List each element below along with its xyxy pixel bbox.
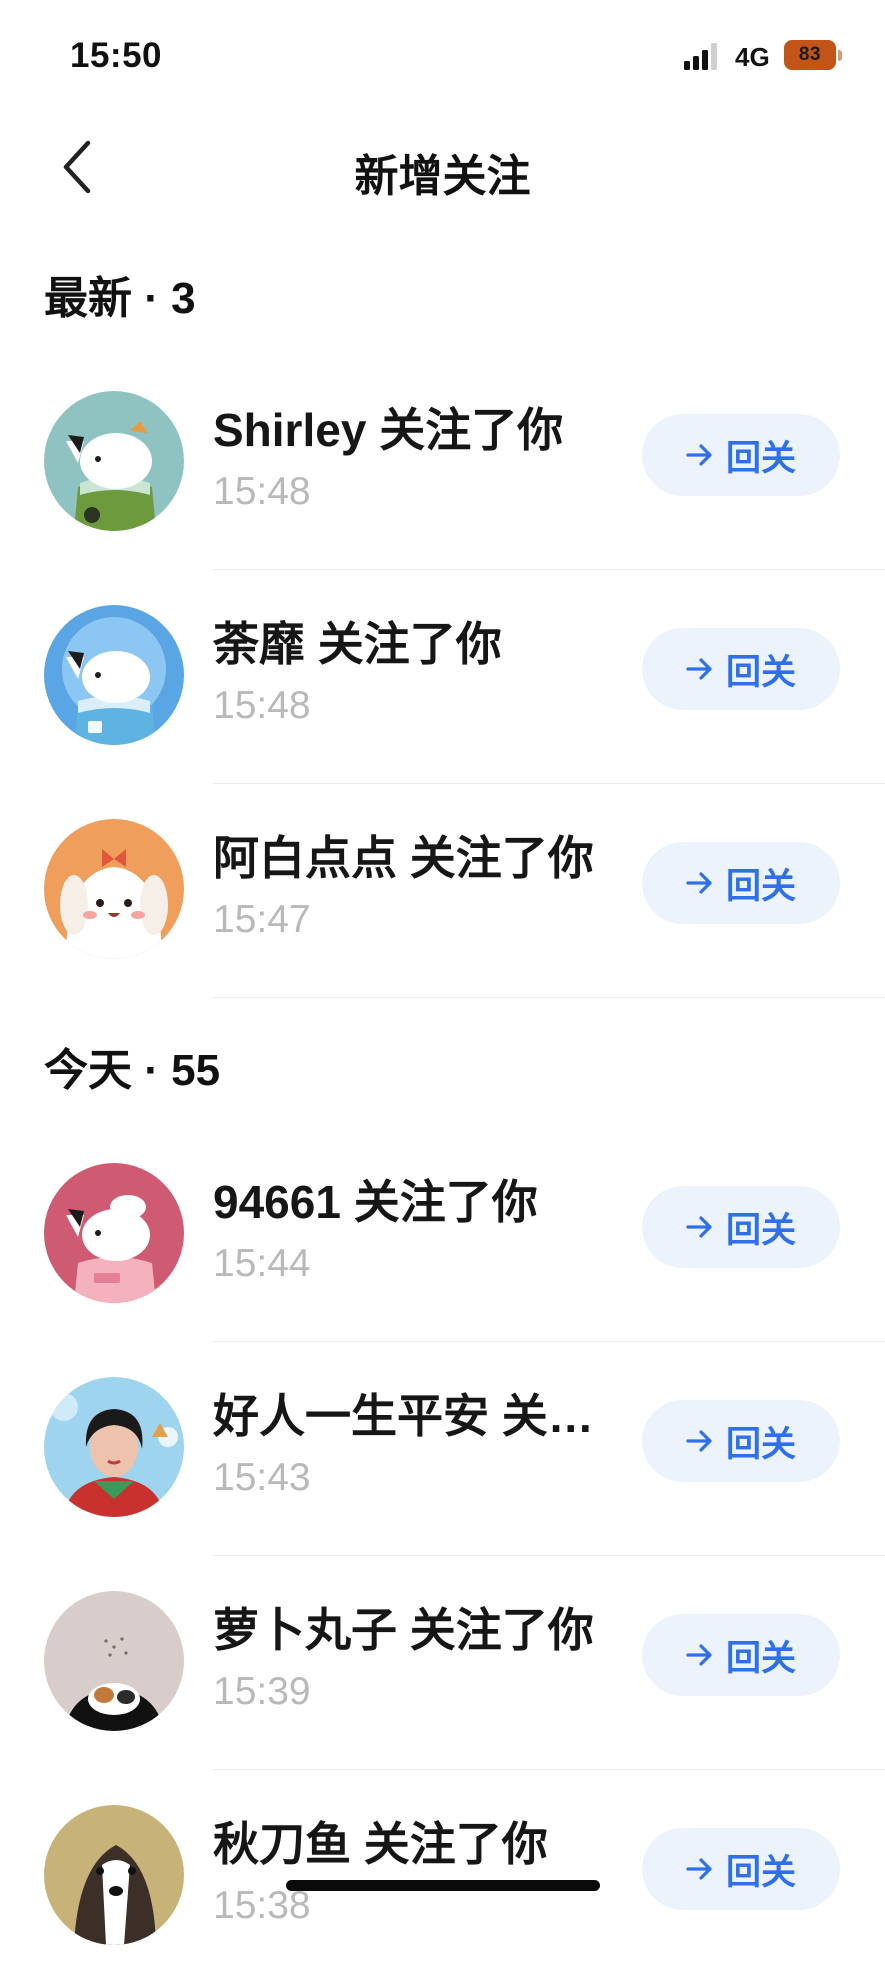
follow-time: 15:48 xyxy=(213,470,311,513)
arrow-right-icon xyxy=(686,658,712,680)
follower-name: 好人一生平安 关… xyxy=(213,1390,594,1442)
battery-tip xyxy=(838,50,842,61)
arrow-right-icon xyxy=(686,872,712,894)
follow-time: 15:43 xyxy=(213,1456,311,1499)
avatar[interactable] xyxy=(44,391,184,531)
status-time: 15:50 xyxy=(70,36,163,75)
follow-back-label: 回关 xyxy=(725,438,796,478)
follower-name: 荼靡 关注了你 xyxy=(213,618,502,670)
avatar[interactable] xyxy=(44,1591,184,1731)
follow-back-label: 回关 xyxy=(725,1210,796,1250)
battery-level: 83 xyxy=(798,44,822,65)
follow-time: 15:39 xyxy=(213,1670,311,1713)
follow-back-label: 回关 xyxy=(725,1638,796,1678)
arrow-right-icon xyxy=(686,444,712,466)
follow-back-button[interactable]: 回关 xyxy=(642,1186,840,1268)
status-bar: 15:50 4G 83 xyxy=(0,0,885,110)
follower-row[interactable]: 萝卜丸子 关注了你 15:39 回关 xyxy=(0,1556,885,1770)
follower-row[interactable]: 秋刀鱼 关注了你 15:38 回关 xyxy=(0,1770,885,1984)
arrow-right-icon xyxy=(686,1430,712,1452)
avatar[interactable] xyxy=(44,819,184,959)
follower-name: 94661 关注了你 xyxy=(213,1176,538,1228)
follow-back-label: 回关 xyxy=(725,1852,796,1892)
avatar[interactable] xyxy=(44,1805,184,1945)
follow-back-label: 回关 xyxy=(725,1424,796,1464)
follower-row[interactable]: 94661 关注了你 15:44 回关 xyxy=(0,1128,885,1342)
page-title: 新增关注 xyxy=(354,152,531,201)
network-label: 4G xyxy=(735,42,770,72)
arrow-right-icon xyxy=(686,1858,712,1880)
follow-time: 15:44 xyxy=(213,1242,311,1285)
follow-back-button[interactable]: 回关 xyxy=(642,414,840,496)
section-header-latest: 最新 · 3 xyxy=(44,274,196,323)
section-header-today: 今天 · 55 xyxy=(44,1046,221,1095)
follow-back-button[interactable]: 回关 xyxy=(642,628,840,710)
follow-back-button[interactable]: 回关 xyxy=(642,842,840,924)
home-indicator[interactable] xyxy=(286,1880,600,1891)
signal-icon xyxy=(684,42,722,70)
follower-name: 萝卜丸子 关注了你 xyxy=(213,1604,594,1656)
follow-back-button[interactable]: 回关 xyxy=(642,1828,840,1910)
avatar[interactable] xyxy=(44,1163,184,1303)
follower-name: 阿白点点 关注了你 xyxy=(213,832,594,884)
follower-name: Shirley 关注了你 xyxy=(213,404,564,456)
follower-row[interactable]: 好人一生平安 关… 15:43 回关 xyxy=(0,1342,885,1556)
follow-back-button[interactable]: 回关 xyxy=(642,1400,840,1482)
follow-back-button[interactable]: 回关 xyxy=(642,1614,840,1696)
arrow-right-icon xyxy=(686,1644,712,1666)
follower-row[interactable]: Shirley 关注了你 15:48 回关 xyxy=(0,356,885,570)
follower-name: 秋刀鱼 关注了你 xyxy=(213,1818,548,1870)
follower-row[interactable]: 阿白点点 关注了你 15:47 回关 xyxy=(0,784,885,998)
avatar[interactable] xyxy=(44,1377,184,1517)
battery-icon: 83 xyxy=(784,40,836,70)
follower-row[interactable]: 荼靡 关注了你 15:48 回关 xyxy=(0,570,885,784)
avatar[interactable] xyxy=(44,605,184,745)
arrow-right-icon xyxy=(686,1216,712,1238)
follow-back-label: 回关 xyxy=(725,652,796,692)
follow-back-label: 回关 xyxy=(725,866,796,906)
divider xyxy=(213,996,885,998)
follow-time: 15:47 xyxy=(213,898,311,941)
follow-time: 15:48 xyxy=(213,684,311,727)
